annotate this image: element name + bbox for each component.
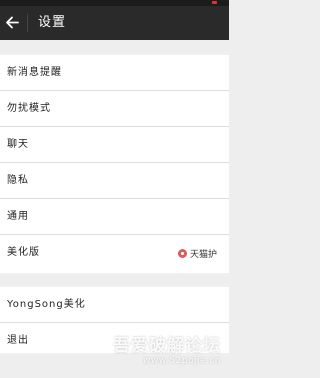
protection-badge-label: 天猫护 <box>189 249 217 260</box>
account-item-yongsong[interactable]: YongSong美化 <box>0 287 229 323</box>
settings-item-beautified-version[interactable]: 美化版 天猫护 <box>0 235 229 271</box>
settings-item-chat[interactable]: 聊天 <box>0 127 229 163</box>
settings-item-new-message-alert[interactable]: 新消息提醒 <box>0 55 229 91</box>
page-title: 设置 <box>38 15 67 30</box>
protection-badge: 天猫护 <box>177 235 217 271</box>
settings-list: 新消息提醒 勿扰模式 聊天 隐私 通用 美化版 天猫护 <box>0 55 229 273</box>
settings-item-label: 美化版 <box>7 247 40 258</box>
app-bar: 设置 <box>0 6 229 40</box>
watermark: 吾爱破解论坛 www.52pojie.cn <box>113 331 221 366</box>
logout-label: 退出 <box>7 335 29 346</box>
settings-item-label: 新消息提醒 <box>7 67 62 78</box>
settings-item-label: 通用 <box>7 211 29 222</box>
lock-icon <box>177 248 187 258</box>
watermark-url: www.52pojie.cn <box>143 356 221 366</box>
account-item-label: YongSong美化 <box>7 299 86 310</box>
settings-item-general[interactable]: 通用 <box>0 199 229 235</box>
settings-item-do-not-disturb[interactable]: 勿扰模式 <box>0 91 229 127</box>
arrow-left-icon <box>6 16 19 29</box>
settings-item-label: 聊天 <box>7 139 29 150</box>
header-divider <box>27 14 28 32</box>
watermark-main: 吾爱破解论坛 <box>113 336 221 356</box>
back-button[interactable] <box>0 6 26 40</box>
settings-item-privacy[interactable]: 隐私 <box>0 163 229 199</box>
settings-item-label: 勿扰模式 <box>7 103 51 114</box>
settings-item-label: 隐私 <box>7 175 29 186</box>
notification-dot <box>212 1 217 4</box>
